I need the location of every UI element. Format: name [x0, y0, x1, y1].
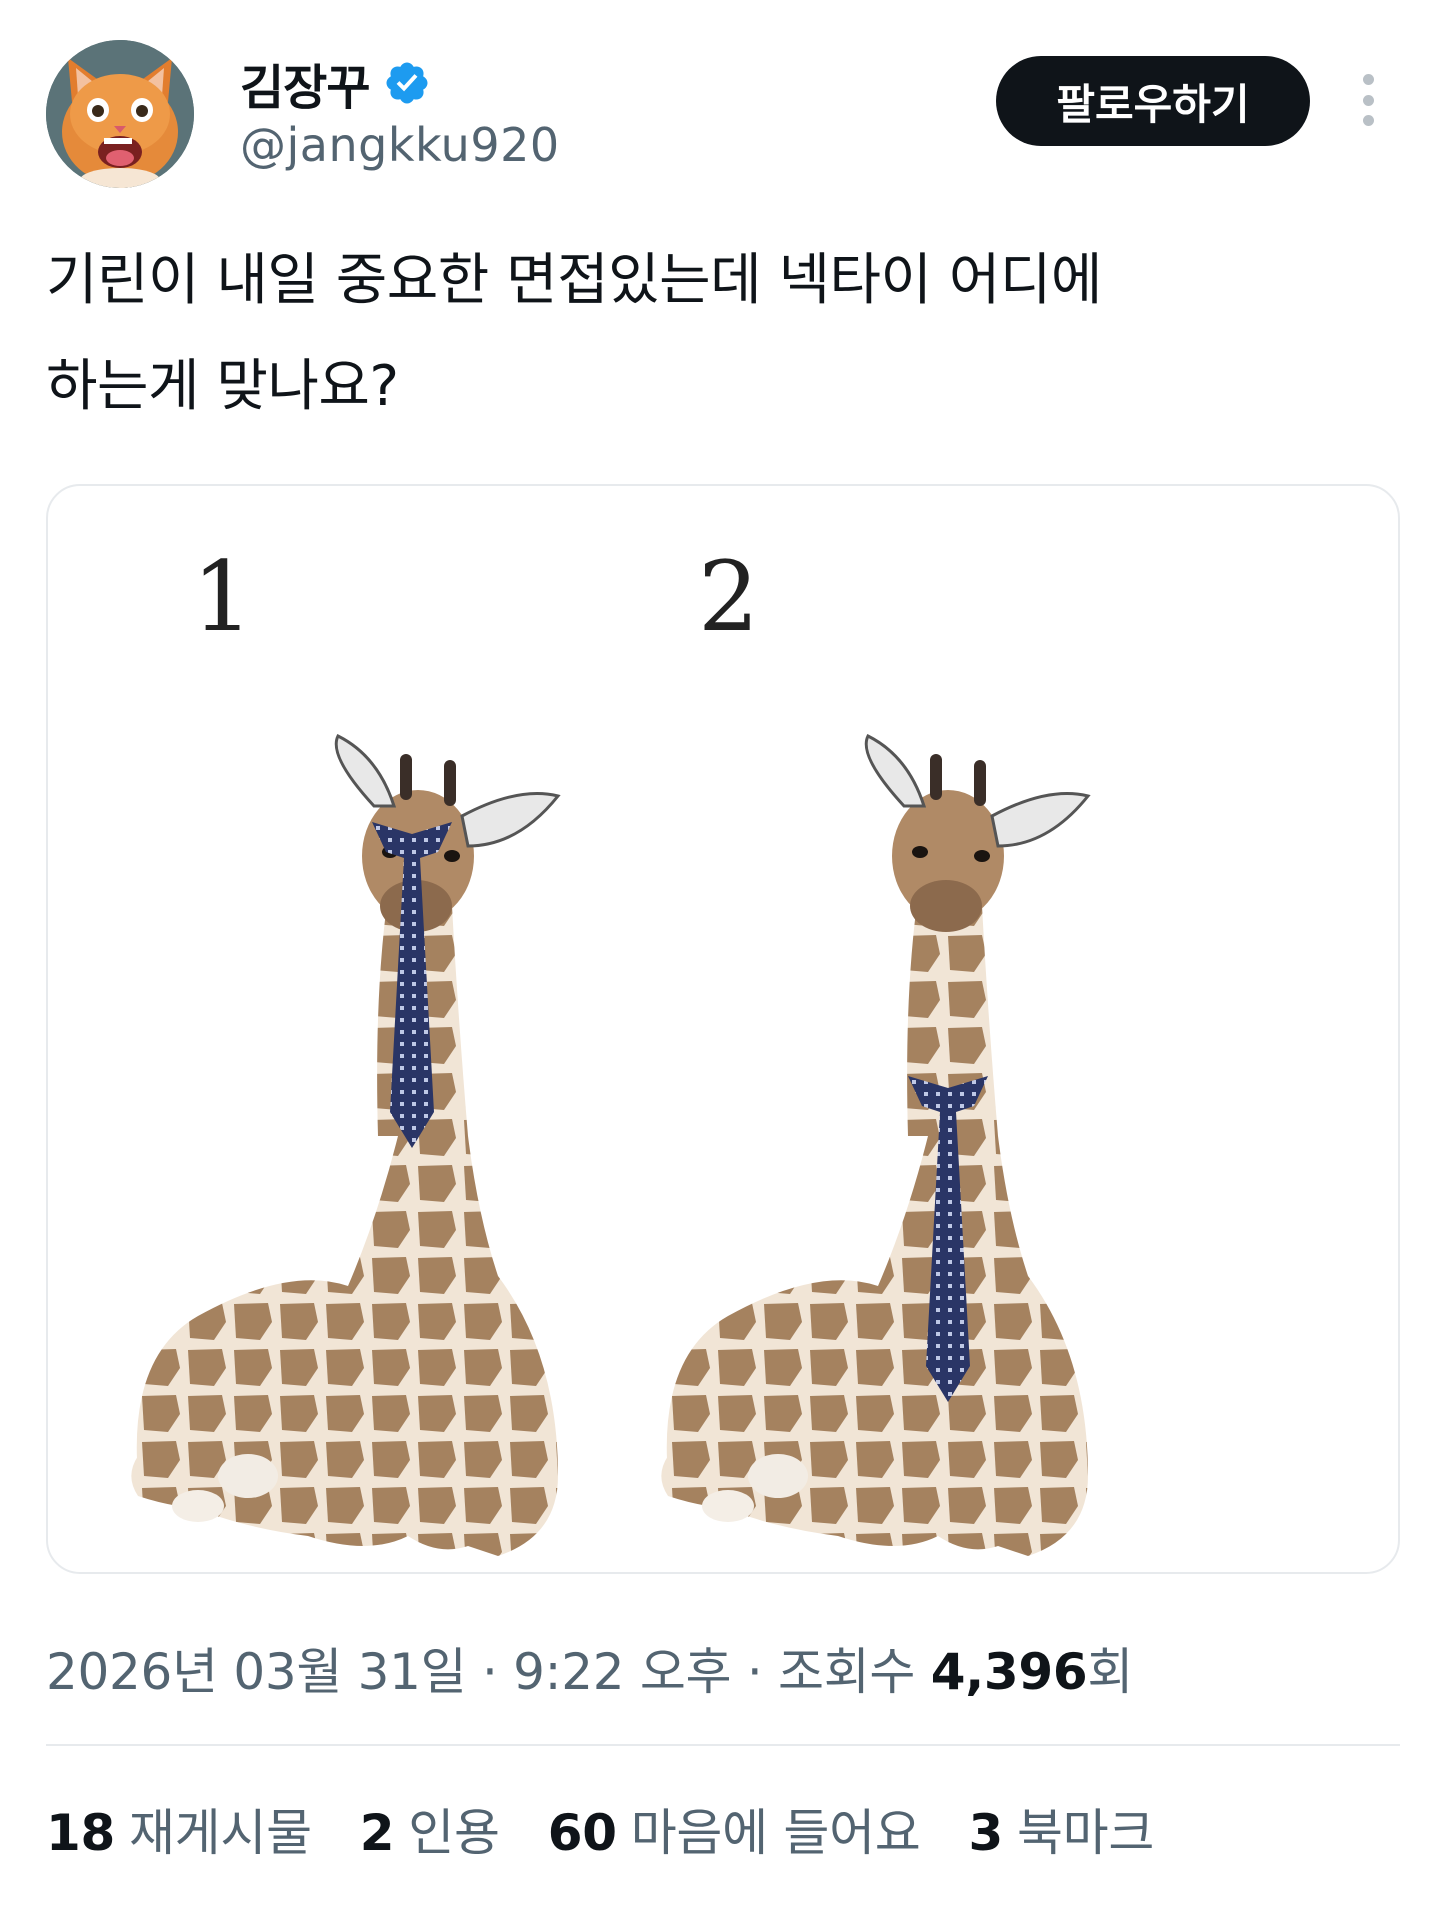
stat-label: 인용	[408, 1804, 500, 1862]
tweet-timestamp-views: 2026년 03월 31일 · 9:22 오후 · 조회수 4,396회	[46, 1632, 1133, 1704]
tweet-time[interactable]: 9:22 오후	[513, 1643, 731, 1701]
stat-reposts[interactable]: 18 재게시물	[46, 1793, 312, 1865]
avatar[interactable]	[46, 40, 194, 188]
stat-count: 2	[359, 1804, 395, 1862]
panel-number-label: 1	[192, 541, 253, 653]
tweet-media-image[interactable]: 1 2	[46, 484, 1400, 1574]
stat-count: 18	[46, 1804, 115, 1862]
tweet-date[interactable]: 2026년 03월 31일	[46, 1643, 467, 1701]
panel-number-label: 2	[698, 541, 759, 653]
tweet-text-line: 기린이 내일 중요한 면접있는데 넥타이 어디에	[46, 248, 1102, 313]
stat-quotes[interactable]: 2 인용	[360, 1793, 500, 1865]
panel-2-giraffe-tie-at-base: 2	[659, 541, 1090, 1558]
author-name-row[interactable]: 김장꾸	[240, 48, 431, 118]
separator: ·	[746, 1643, 763, 1701]
stat-count: 3	[968, 1804, 1003, 1862]
views-suffix: 회	[1087, 1643, 1134, 1701]
panel-1-giraffe-tie-at-top: 1	[129, 541, 560, 1558]
display-name[interactable]: 김장꾸	[240, 48, 370, 118]
stat-label: 북마크	[1016, 1804, 1155, 1862]
views-label: 조회수	[778, 1643, 916, 1701]
engagement-stats: 18 재게시물 2 인용 60 마음에 들어요 3 북마크	[46, 1793, 1154, 1865]
stat-likes[interactable]: 60 마음에 들어요	[548, 1793, 921, 1865]
stat-count: 60	[547, 1804, 617, 1862]
views-count: 4,396	[930, 1643, 1088, 1701]
divider	[46, 1744, 1400, 1746]
follow-button[interactable]: 팔로우하기	[996, 56, 1310, 146]
stat-bookmarks[interactable]: 3 북마크	[968, 1793, 1154, 1865]
more-options-icon[interactable]	[1348, 70, 1388, 130]
verified-badge-icon	[386, 62, 428, 104]
author-handle[interactable]: @jangkku920	[240, 118, 560, 172]
tweet-text-line: 하는게 맞나요?	[46, 354, 399, 419]
stat-label: 마음에 들어요	[630, 1804, 921, 1862]
separator: ·	[481, 1643, 498, 1701]
tweet-text: 기린이 내일 중요한 면접있는데 넥타이 어디에 하는게 맞나요?	[46, 228, 1366, 440]
cat-avatar-image	[46, 40, 194, 188]
stat-label: 재게시물	[128, 1804, 312, 1862]
